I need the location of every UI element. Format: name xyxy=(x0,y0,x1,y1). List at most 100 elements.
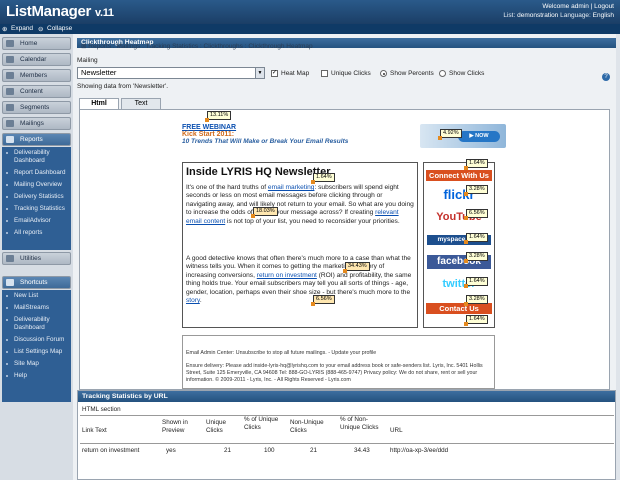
help-icon[interactable]: ? xyxy=(602,73,610,81)
row-non-unique: 21 xyxy=(310,447,318,454)
subnav-all-reports[interactable]: All reports xyxy=(2,227,71,239)
sidebar-item-label: Reports xyxy=(20,136,43,143)
email-marketing-link[interactable]: email marketing xyxy=(268,184,315,191)
heatmap-tooltip: 4.92% xyxy=(438,129,462,140)
expand-icon[interactable]: ⊕ xyxy=(2,25,7,33)
footer-delivery-text: Ensure delivery: Please add inside-lyris… xyxy=(186,363,483,383)
heatmap-tooltip: 1.64% xyxy=(464,277,488,288)
show-percents-radio[interactable] xyxy=(380,70,387,77)
sidebar-item-label: Calendar xyxy=(20,56,47,63)
banner-tagline: 10 Trends That Will Make or Break Your E… xyxy=(182,138,349,145)
tab-text[interactable]: Text xyxy=(121,98,161,109)
heatmap-tooltip: 18.03% xyxy=(251,207,278,218)
article-paragraph-1: It's one of the hard truths of email mar… xyxy=(186,184,414,226)
col-shown-in-preview[interactable]: Shown in Preview xyxy=(162,419,196,434)
sidebar-item-label: Segments xyxy=(20,104,50,111)
reports-subnav: Deliverability Dashboard Report Dashboar… xyxy=(2,147,71,250)
tracking-stats-panel: Tracking Statistics by URL HTML section … xyxy=(77,390,616,480)
heatmap-tooltip: 1.64% xyxy=(464,159,488,170)
shortcuts-icon xyxy=(6,279,14,286)
newsletter-title: Inside LYRIS HQ Newsletter xyxy=(186,166,331,178)
shortcut-new-list[interactable]: New List xyxy=(2,290,71,302)
unique-clicks-checkbox[interactable] xyxy=(321,70,328,77)
app-header: ListManager v.11 Welcome admin | Logout … xyxy=(0,0,620,24)
welcome-logout-link[interactable]: Welcome admin | Logout xyxy=(503,2,614,11)
sidebar-item-segments[interactable]: Segments xyxy=(2,101,71,114)
sidebar-item-label: Utilities xyxy=(20,255,41,262)
heatmap-checkbox[interactable]: ✓ xyxy=(271,70,278,77)
shortcut-deliverability-dashboard[interactable]: Deliverability Dashboard xyxy=(2,314,71,334)
shortcuts-header[interactable]: Shortcuts xyxy=(2,276,71,289)
col-non-unique-clicks[interactable]: Non-Unique Clicks xyxy=(290,419,330,434)
breadcrumb-reports[interactable]: Reports xyxy=(88,43,111,50)
sidebar-item-label: Home xyxy=(20,40,38,47)
subnav-report-dashboard[interactable]: Report Dashboard xyxy=(2,167,71,179)
sidebar-item-members[interactable]: Members xyxy=(2,69,71,82)
subnav-emailadvisor[interactable]: EmailAdvisor xyxy=(2,215,71,227)
contact-us-link[interactable]: Contact Us xyxy=(426,303,492,314)
email-preview: FREE WEBINAR Kick Start 2011: 10 Trends … xyxy=(79,109,610,390)
row-shown: yes xyxy=(166,447,176,454)
breadcrumb-clickthroughs[interactable]: Clickthroughs xyxy=(204,43,243,50)
heatmap-label: Heat Map xyxy=(281,70,310,77)
heatmap-tooltip: 13.11% xyxy=(204,111,232,122)
subnav-mailing-overview[interactable]: Mailing Overview xyxy=(2,179,71,191)
mailing-select-value: Newsletter xyxy=(81,68,117,77)
col-unique-clicks[interactable]: Unique Clicks xyxy=(206,419,236,434)
breadcrumb: ⊠ Reports : Mailings : Tracking Statisti… xyxy=(81,43,313,50)
breadcrumb-mailings[interactable]: Mailings xyxy=(116,43,140,50)
subnav-deliverability-dashboard[interactable]: Deliverability Dashboard xyxy=(2,147,71,167)
calendar-icon xyxy=(6,56,14,63)
register-banner-image[interactable]: ▶ NOW xyxy=(420,124,506,148)
shortcut-mailstreams[interactable]: MailStreams xyxy=(2,302,71,314)
sidebar-item-utilities[interactable]: Utilities xyxy=(2,252,71,265)
collapse-icon[interactable]: ⊖ xyxy=(38,25,43,33)
shortcuts-subnav: New List MailStreams Deliverability Dash… xyxy=(2,290,71,402)
shortcut-site-map[interactable]: Site Map xyxy=(2,358,71,370)
sidebar-item-label: Mailings xyxy=(20,120,44,127)
tab-html[interactable]: Html xyxy=(79,98,119,109)
col-url[interactable]: URL xyxy=(390,427,403,435)
collapse-button[interactable]: Collapse xyxy=(47,25,72,32)
showing-data-text: Showing data from 'Newsletter'. xyxy=(77,83,168,90)
breadcrumb-tracking-statistics[interactable]: Tracking Statistics xyxy=(146,43,199,50)
mailing-select[interactable]: Newsletter ▼ xyxy=(77,67,265,79)
roi-link[interactable]: return on investment xyxy=(257,272,317,279)
sidebar-item-label: Shortcuts xyxy=(20,279,48,286)
shortcut-list-settings-map[interactable]: List Settings Map xyxy=(2,346,71,358)
show-clicks-radio[interactable] xyxy=(439,70,446,77)
webinar-link[interactable]: FREE WEBINAR xyxy=(182,124,348,131)
language-value[interactable]: English xyxy=(593,12,614,19)
breadcrumb-clickthrough-heatmap: Clickthrough Heatmap xyxy=(248,43,313,50)
register-now-button[interactable]: ▶ NOW xyxy=(458,131,500,142)
sidebar-item-mailings[interactable]: Mailings xyxy=(2,117,71,130)
sidebar-item-content[interactable]: Content xyxy=(2,85,71,98)
subnav-tracking-statistics[interactable]: Tracking Statistics xyxy=(2,203,71,215)
home-icon xyxy=(6,40,14,47)
heatmap-tooltip: 3.28% xyxy=(464,295,488,306)
heatmap-tooltip: 3.28% xyxy=(464,252,488,263)
list-value[interactable]: demonstration xyxy=(517,12,558,19)
heatmap-tooltip: 34.43% xyxy=(343,262,370,273)
webinar-banner: FREE WEBINAR Kick Start 2011: 10 Trends … xyxy=(182,124,348,145)
shortcut-discussion-forum[interactable]: Discussion Forum xyxy=(2,334,71,346)
main-panel: Clickthrough Heatmap ? ⊠ Reports : Maili… xyxy=(73,34,616,480)
col-link-text[interactable]: Link Text xyxy=(82,427,142,435)
heatmap-tooltip: 3.28% xyxy=(464,185,488,196)
subnav-delivery-statistics[interactable]: Delivery Statistics xyxy=(2,191,71,203)
col-pct-non-unique-clicks[interactable]: % of Non-Unique Clicks xyxy=(340,416,384,431)
sidebar-item-calendar[interactable]: Calendar xyxy=(2,53,71,66)
unique-clicks-label: Unique Clicks xyxy=(331,70,371,77)
row-url[interactable]: http://oa-xp-3/ee/ddd xyxy=(390,447,448,454)
story-link[interactable]: story xyxy=(186,297,200,304)
row-unique: 21 xyxy=(224,447,232,454)
nav-bar: ⊕ Expand ⊖ Collapse xyxy=(0,24,620,34)
article-text: . xyxy=(199,297,202,305)
heatmap-tooltip: 1.64% xyxy=(311,173,335,184)
expand-button[interactable]: Expand xyxy=(11,25,33,32)
col-pct-unique-clicks[interactable]: % of Unique Clicks xyxy=(244,416,284,431)
shortcut-help[interactable]: Help xyxy=(2,370,71,382)
chevron-down-icon[interactable]: ▼ xyxy=(255,68,264,78)
sidebar-item-home[interactable]: Home xyxy=(2,37,71,50)
sidebar-item-reports[interactable]: Reports xyxy=(2,133,71,146)
